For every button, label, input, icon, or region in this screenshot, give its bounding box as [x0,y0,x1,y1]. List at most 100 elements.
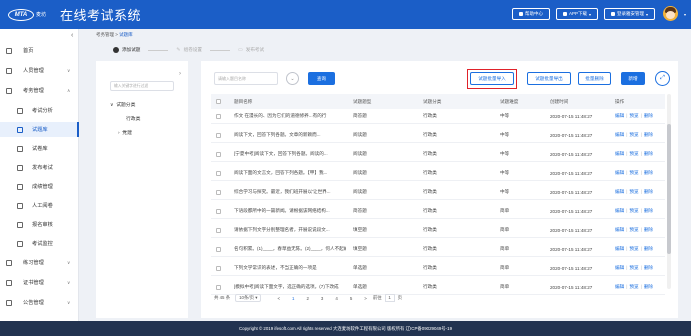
avatar-chevron-icon[interactable]: ▾ [684,12,686,17]
sidebar-item-paper-bank[interactable]: 试卷库 [0,141,79,156]
delete-link[interactable]: 删除 [644,246,653,251]
query-button[interactable]: 查询 [308,72,335,85]
sidebar-item-exam-monitor[interactable]: 考试监控 [0,236,79,251]
table-scrollbar[interactable] [667,94,671,289]
edit-link[interactable]: 编辑 [615,170,624,175]
table-row[interactable]: [宁夏中考]阅读下文，回答下列各题。阅读的... 阅读题 行政类 中等 2020-07-… [211,147,665,162]
row-checkbox[interactable] [216,228,221,233]
delete-link[interactable]: 删除 [644,227,653,232]
sidebar-item-manual-grading[interactable]: 人工阅卷 [0,198,79,213]
table-row[interactable]: 下语段都所中的一篇新闻。请根据该网络结构... 简答题 行政类 简单 2020-07-1… [211,204,665,219]
step-publish-exam[interactable]: ▭ 发布考试 [238,47,264,53]
help-center-button[interactable]: 帮助中心 [511,8,550,20]
add-question-button[interactable]: 新增 [621,72,645,85]
sidebar-item-registration-review[interactable]: 报名审核 [0,217,79,232]
preview-link[interactable]: 预览 [629,208,638,213]
sidebar-item-exam-analysis[interactable]: 考试分析 [0,103,79,118]
preview-link[interactable]: 预览 [629,265,638,270]
sidebar-item-home[interactable]: 首页 [0,43,79,58]
breadcrumb-parent[interactable]: 考务管理 [96,32,114,37]
edit-link[interactable]: 编辑 [615,113,624,118]
row-checkbox[interactable] [216,285,221,290]
prev-page-button[interactable]: < [277,296,280,301]
sidebar-item-exam-affairs[interactable]: 考务管理 ∧ [0,83,79,98]
logo[interactable]: MTA 麦坊 [8,7,54,22]
expand-filter-button[interactable]: ⌄ [286,72,299,85]
delete-link[interactable]: 删除 [644,208,653,213]
page-number[interactable]: 5 [350,296,352,301]
delete-link[interactable]: 删除 [644,170,653,175]
select-all-checkbox[interactable] [216,99,221,104]
page-number[interactable]: 2 [306,296,308,301]
sidebar-item-practice[interactable]: 练习管理 ∨ [0,255,79,270]
chevron-right-icon[interactable]: › [179,71,181,77]
preview-link[interactable]: 预览 [629,189,638,194]
row-checkbox[interactable] [216,190,221,195]
scrollbar-thumb[interactable] [667,124,671,254]
preview-link[interactable]: 预览 [629,170,638,175]
table-row[interactable]: 作文 在漫长的、因为它们的道德修养...有的行 简答题 行政类 中等 2020-07-1… [211,109,665,124]
user-admin-button[interactable]: 登录雅安管理 ▾ [603,8,655,20]
app-download-button[interactable]: APP下载 ▾ [555,8,598,20]
table-row[interactable]: 下列文学常识的表述，不当正确的一项是 单选题 行政类 简单 2020-07-15 11:… [211,261,665,276]
row-checkbox[interactable] [216,266,221,271]
table-row[interactable]: 阅读下面的文言文，回答下列各题。【甲】我... 阅读题 行政类 中等 2020-07-1… [211,166,665,181]
row-checkbox[interactable] [216,247,221,252]
edit-link[interactable]: 编辑 [615,151,624,156]
delete-link[interactable]: 删除 [644,265,653,270]
tree-node-admin[interactable]: 行政类 [126,115,140,122]
sidebar-item-publish-exam[interactable]: 发布考试 [0,160,79,175]
preview-link[interactable]: 预览 [629,284,638,289]
row-checkbox[interactable] [216,171,221,176]
step-paper-settings[interactable]: ✎ 组卷设置 [176,47,202,53]
sidebar-item-personnel[interactable]: 人员管理 ∨ [0,63,79,78]
created-time: 2020-07-15 11:48:27 [550,246,593,252]
table-row[interactable]: 请依据下列文字分别整理名者，开展说说段文... 填空题 行政类 简单 2020-07-1… [211,223,665,238]
tree-node-root[interactable]: ∨ 试题分类 [110,101,135,108]
edit-link[interactable]: 编辑 [615,227,624,232]
tree-filter-input[interactable]: 输入关键字进行过滤 [110,81,174,91]
sidebar-item-question-bank[interactable]: 试题库 [0,122,79,137]
tree-node-party[interactable]: › 党建 [118,129,132,136]
delete-link[interactable]: 删除 [644,189,653,194]
table-row[interactable]: 综合学习与探究。最近，我们班开展以'让世界... 阅读题 行政类 中等 2020-07-… [211,185,665,200]
sidebar-item-certificate[interactable]: 证书管理 ∨ [0,275,79,290]
step-add-question[interactable]: 添加试题 [113,47,140,53]
delete-link[interactable]: 删除 [644,151,653,156]
preview-link[interactable]: 预览 [629,151,638,156]
delete-link[interactable]: 删除 [644,113,653,118]
edit-link[interactable]: 编辑 [615,132,624,137]
batch-export-button[interactable]: 试题批量导出 [527,72,571,85]
collapse-sidebar-icon[interactable]: ‹ [71,32,73,39]
sidebar-item-score-management[interactable]: 成绩管理 [0,179,79,194]
fullscreen-icon[interactable]: ⤢ [655,71,670,86]
sidebar-item-notice[interactable]: 公告管理 ∨ [0,295,79,310]
edit-link[interactable]: 编辑 [615,208,624,213]
question-search-input[interactable]: 请输入题目名称 [214,72,278,85]
delete-link[interactable]: 删除 [644,132,653,137]
edit-link[interactable]: 编辑 [615,265,624,270]
table-row[interactable]: 阅读下文，回答下列各题。文章的新颖而... 阅读题 行政类 中等 2020-07-15 … [211,128,665,143]
preview-link[interactable]: 预览 [629,132,638,137]
page-size-select[interactable]: 10条/页 ▾ [235,294,262,302]
goto-page-input[interactable]: 1 [384,294,395,302]
table-row[interactable]: 名句积累。(1)____，春草益无陈。(2)____，何人不起故园情 填空题 行政类… [211,242,665,257]
page-number[interactable]: 1 [292,296,294,301]
page-number[interactable]: 3 [321,296,323,301]
avatar[interactable] [663,6,678,21]
preview-link[interactable]: 预览 [629,113,638,118]
preview-link[interactable]: 预览 [629,227,638,232]
edit-link[interactable]: 编辑 [615,246,624,251]
row-checkbox[interactable] [216,209,221,214]
page-number[interactable]: 4 [335,296,337,301]
row-checkbox[interactable] [216,133,221,138]
edit-link[interactable]: 编辑 [615,189,624,194]
edit-link[interactable]: 编辑 [615,284,624,289]
preview-link[interactable]: 预览 [629,246,638,251]
next-page-button[interactable]: > [364,296,367,301]
delete-link[interactable]: 删除 [644,284,653,289]
batch-delete-button[interactable]: 批量删除 [578,72,611,85]
row-checkbox[interactable] [216,114,221,119]
row-checkbox[interactable] [216,152,221,157]
batch-import-button[interactable]: 试题批量导入 [470,72,514,85]
